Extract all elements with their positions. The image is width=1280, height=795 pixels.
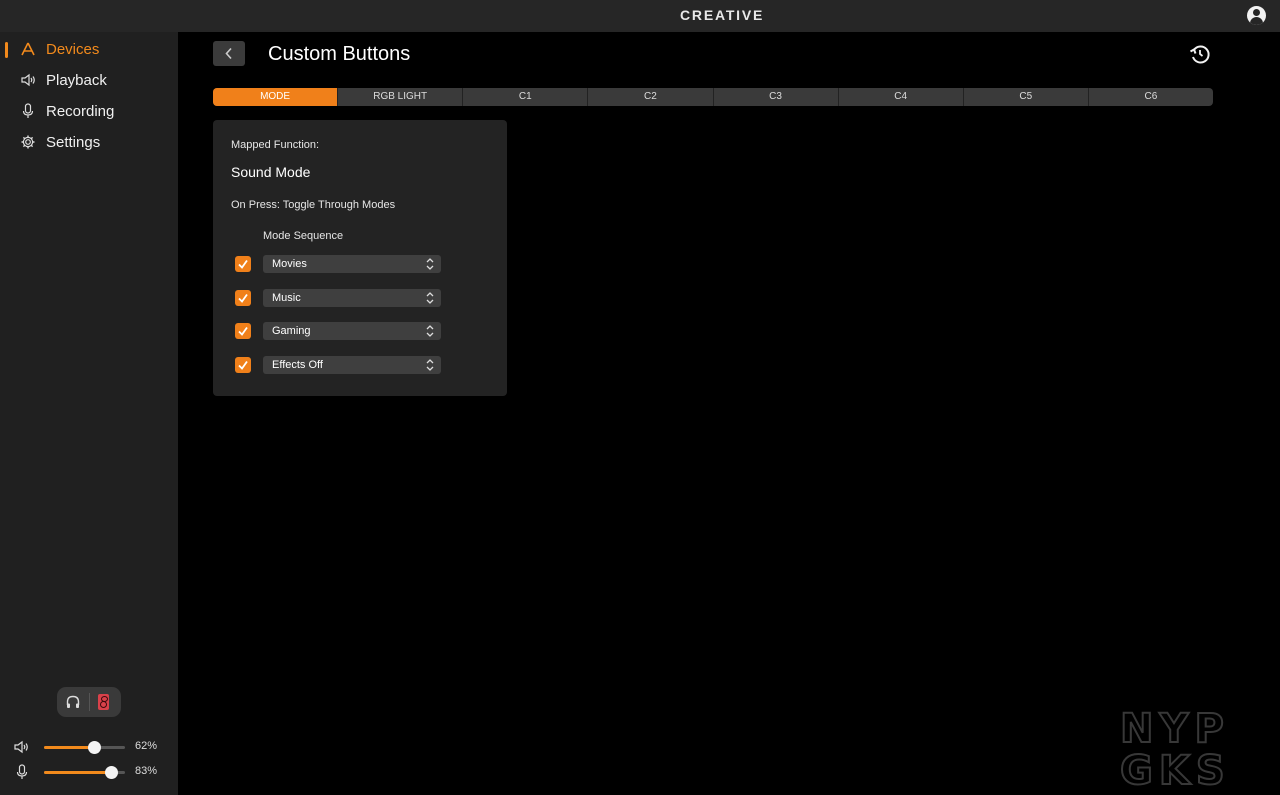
svg-text:NYP: NYP	[1120, 706, 1230, 752]
svg-text:GKS: GKS	[1120, 748, 1231, 788]
sequence-row: Gaming	[213, 321, 507, 341]
tab-c3[interactable]: C3	[714, 88, 839, 106]
sidebar-item-label: Recording	[46, 103, 115, 120]
tab-mode[interactable]: MODE	[213, 88, 339, 106]
microphone-icon	[13, 764, 31, 780]
sidebar-item-settings[interactable]: Settings	[0, 128, 178, 156]
mic-value: 83%	[135, 765, 158, 777]
updown-chevron-icon	[426, 292, 434, 304]
sequence-select[interactable]: Movies	[263, 255, 441, 273]
tab-rgb-light[interactable]: RGB LIGHT	[338, 88, 464, 106]
speaker-icon	[20, 72, 36, 88]
button-tabs: MODE RGB LIGHT C1 C2 C3 C4 C5 C6	[213, 88, 1213, 106]
sidebar: Devices Playback Recording Settings 62% …	[0, 32, 178, 795]
chevron-left-icon	[225, 47, 232, 60]
output-toggle[interactable]	[57, 687, 121, 717]
tab-c5[interactable]: C5	[964, 88, 1089, 106]
reset-icon[interactable]	[1188, 42, 1212, 66]
sequence-checkbox[interactable]	[235, 357, 251, 373]
watermark-logo: NYP GKS	[1120, 706, 1231, 788]
volume-slider-row: 62%	[0, 737, 178, 757]
tab-c4[interactable]: C4	[839, 88, 964, 106]
sidebar-item-playback[interactable]: Playback	[0, 66, 178, 94]
brand-logo: CREATIVE	[680, 7, 770, 25]
creative-logo-icon	[20, 41, 36, 57]
volume-slider-fill	[44, 746, 95, 749]
page-title: Custom Buttons	[268, 43, 411, 65]
sequence-checkbox[interactable]	[235, 256, 251, 272]
updown-chevron-icon	[426, 359, 434, 371]
sequence-select[interactable]: Music	[263, 289, 441, 307]
gear-icon	[20, 134, 36, 150]
tab-c1[interactable]: C1	[463, 88, 589, 106]
mic-slider-knob[interactable]	[105, 766, 119, 779]
headphones-icon[interactable]	[65, 694, 81, 710]
checkmark-icon	[238, 360, 248, 370]
sequence-select-value: Movies	[272, 258, 307, 270]
checkmark-icon	[238, 326, 248, 336]
sidebar-item-label: Settings	[46, 134, 101, 151]
mic-slider[interactable]	[44, 766, 125, 779]
on-press-label: On Press: Toggle Through Modes	[231, 199, 396, 211]
sequence-select-value: Music	[272, 292, 301, 304]
mapping-card: Mapped Function: Sound Mode On Press: To…	[213, 120, 507, 396]
checkmark-icon	[238, 259, 248, 269]
sequence-checkbox[interactable]	[235, 323, 251, 339]
mode-sequence-label: Mode Sequence	[263, 230, 344, 242]
mic-slider-fill	[44, 771, 112, 774]
volume-slider[interactable]	[44, 741, 125, 754]
back-button[interactable]	[213, 41, 245, 66]
sidebar-item-label: Devices	[46, 41, 100, 58]
sequence-select-value: Effects Off	[272, 359, 323, 371]
sequence-select-value: Gaming	[272, 325, 311, 337]
main-content: Custom Buttons MODE RGB LIGHT C1 C2 C3 C…	[178, 32, 1280, 795]
account-icon[interactable]	[1247, 6, 1266, 25]
checkmark-icon	[238, 293, 248, 303]
speaker-box-icon[interactable]	[98, 694, 109, 710]
mic-slider-row: 83%	[0, 762, 178, 782]
updown-chevron-icon	[426, 325, 434, 337]
volume-slider-knob[interactable]	[88, 741, 102, 754]
sidebar-item-recording[interactable]: Recording	[0, 97, 178, 125]
volume-value: 62%	[135, 740, 158, 752]
tab-c2[interactable]: C2	[588, 88, 714, 106]
toggle-divider	[89, 693, 90, 711]
title-bar: CREATIVE	[0, 0, 1280, 32]
active-indicator	[5, 42, 8, 58]
brand-text: CREATIVE	[680, 7, 765, 23]
updown-chevron-icon	[426, 258, 434, 270]
sequence-checkbox[interactable]	[235, 290, 251, 306]
mapped-function-value: Sound Mode	[231, 164, 311, 180]
speaker-icon	[13, 739, 31, 755]
sequence-select[interactable]: Effects Off	[263, 356, 441, 374]
sequence-row: Movies	[213, 254, 507, 274]
sequence-row: Effects Off	[213, 355, 507, 375]
mapped-function-label: Mapped Function:	[231, 139, 320, 151]
sequence-select[interactable]: Gaming	[263, 322, 441, 340]
tab-c6[interactable]: C6	[1089, 88, 1213, 106]
sequence-row: Music	[213, 288, 507, 308]
sidebar-item-label: Playback	[46, 72, 107, 89]
microphone-icon	[20, 103, 36, 119]
sidebar-item-devices[interactable]: Devices	[0, 35, 178, 63]
